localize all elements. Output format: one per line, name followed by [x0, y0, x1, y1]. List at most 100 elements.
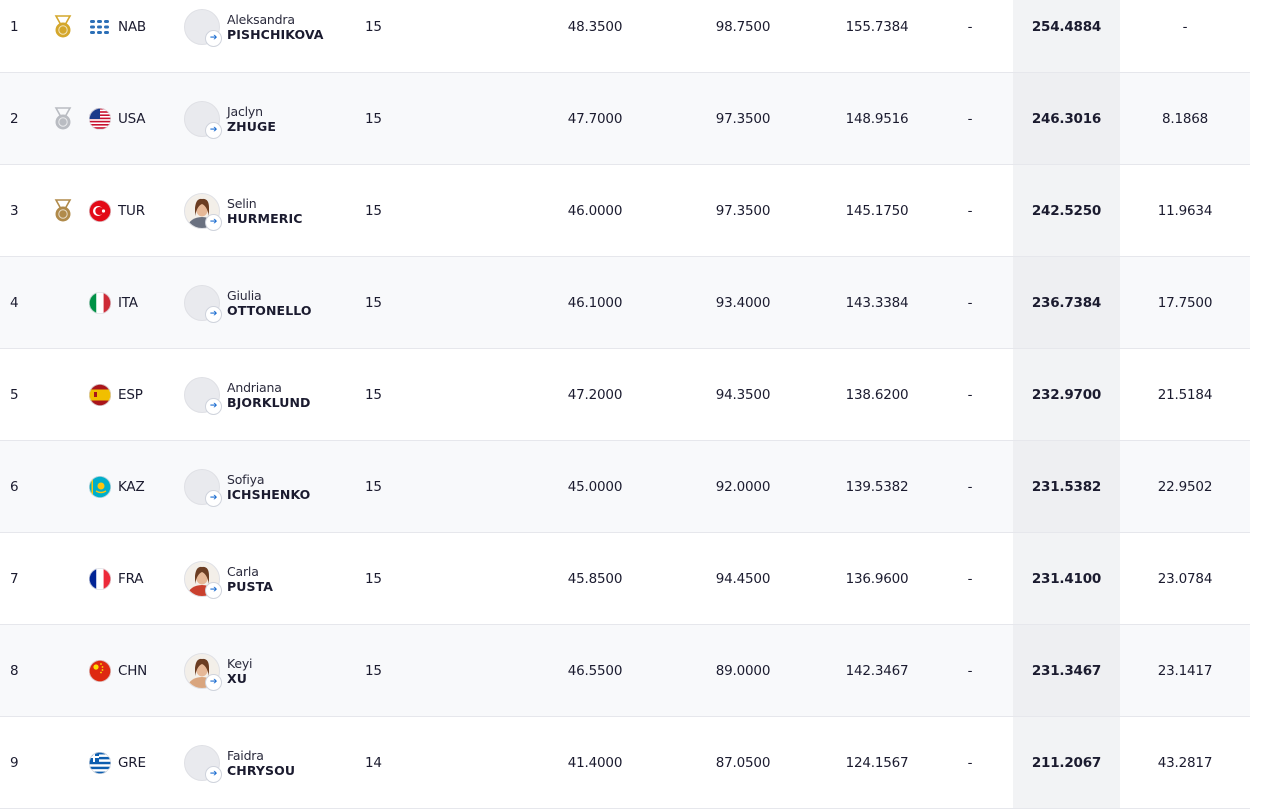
penalty-cell: -: [967, 202, 973, 219]
penalty-cell: -: [967, 386, 973, 403]
athlete-last-name[interactable]: HURMERIC: [227, 211, 302, 226]
score-1-cell: 46.5500: [567, 662, 623, 679]
score-2-cell: 98.7500: [715, 18, 771, 35]
score-3-cell: 136.9600: [845, 570, 909, 587]
score-2-cell: 97.3500: [715, 202, 771, 219]
penalty-cell: -: [967, 294, 973, 311]
rank-cell: 8: [10, 662, 19, 679]
arrow-right-icon[interactable]: ➔: [205, 121, 222, 139]
silver-medal-icon: [52, 73, 74, 164]
behind-cell: 21.5184: [1157, 386, 1213, 403]
arrow-right-icon[interactable]: ➔: [205, 673, 222, 691]
rank-cell: 9: [10, 754, 19, 771]
athlete-first-name: Selin: [227, 195, 257, 211]
arrow-right-icon[interactable]: ➔: [205, 305, 222, 323]
score-2-cell: 93.4000: [715, 294, 771, 311]
table-row[interactable]: 1 NAB ➔ Aleksandra PISHCHIKOVA 15 48.350…: [0, 0, 1250, 73]
avatar[interactable]: ➔: [184, 625, 222, 716]
penalty-cell: -: [967, 110, 973, 127]
athlete-name[interactable]: Jaclyn ZHUGE: [227, 73, 276, 164]
athlete-name[interactable]: Faidra CHRYSOU: [227, 717, 295, 808]
rank-cell: 3: [10, 202, 19, 219]
arrow-right-icon[interactable]: ➔: [205, 489, 222, 507]
arrow-right-icon[interactable]: ➔: [205, 29, 222, 47]
total-score-cell: 254.4884: [1013, 0, 1120, 72]
athlete-last-name[interactable]: PISHCHIKOVA: [227, 27, 324, 42]
bronze-medal-icon: [52, 165, 74, 256]
arrow-right-icon[interactable]: ➔: [205, 765, 222, 783]
athlete-name[interactable]: Carla PUSTA: [227, 533, 273, 624]
noc-code: ITA: [118, 294, 138, 311]
athlete-first-name: Faidra: [227, 747, 264, 763]
age-cell: 15: [365, 18, 382, 35]
total-score-cell: 246.3016: [1013, 73, 1120, 164]
athlete-name[interactable]: Selin HURMERIC: [227, 165, 302, 256]
athlete-name[interactable]: Keyi XU: [227, 625, 253, 716]
medal-empty: [52, 625, 74, 716]
usa-flag-icon: [89, 73, 111, 164]
table-row[interactable]: 3 TUR ➔ Selin HURMERIC 15 46.0000 97.350…: [0, 165, 1250, 257]
noc-code: CHN: [118, 662, 148, 679]
total-score-cell: 236.7384: [1013, 257, 1120, 348]
avatar[interactable]: ➔: [184, 441, 222, 532]
age-cell: 15: [365, 478, 382, 495]
avatar[interactable]: ➔: [184, 349, 222, 440]
rank-cell: 1: [10, 18, 19, 35]
arrow-right-icon[interactable]: ➔: [205, 213, 222, 231]
noc-code: NAB: [118, 18, 146, 35]
athlete-last-name[interactable]: OTTONELLO: [227, 303, 312, 318]
score-3-cell: 139.5382: [845, 478, 909, 495]
athlete-last-name[interactable]: BJORKLUND: [227, 395, 311, 410]
penalty-cell: -: [967, 570, 973, 587]
athlete-name[interactable]: Andriana BJORKLUND: [227, 349, 311, 440]
score-3-cell: 124.1567: [845, 754, 909, 771]
table-row[interactable]: 5 ESP ➔ Andriana BJORKLUND 15 47.2000 94…: [0, 349, 1250, 441]
athlete-last-name[interactable]: CHRYSOU: [227, 763, 295, 778]
kaz-flag-icon: [89, 441, 111, 532]
avatar[interactable]: ➔: [184, 73, 222, 164]
arrow-right-icon[interactable]: ➔: [205, 397, 222, 415]
total-score-cell: 211.2067: [1013, 717, 1120, 808]
athlete-last-name[interactable]: ICHSHENKO: [227, 487, 310, 502]
score-1-cell: 47.2000: [567, 386, 623, 403]
gold-medal-icon: [52, 0, 74, 72]
avatar[interactable]: ➔: [184, 533, 222, 624]
arrow-right-icon[interactable]: ➔: [205, 581, 222, 599]
athlete-first-name: Sofiya: [227, 471, 265, 487]
score-2-cell: 94.3500: [715, 386, 771, 403]
score-3-cell: 142.3467: [845, 662, 909, 679]
avatar[interactable]: ➔: [184, 165, 222, 256]
table-row[interactable]: 6 KAZ ➔ Sofiya ICHSHENKO 15 45.0000 92.0…: [0, 441, 1250, 533]
table-row[interactable]: 4 ITA ➔ Giulia OTTONELLO 15 46.1000 93.4…: [0, 257, 1250, 349]
table-row[interactable]: 8 CHN ➔ Keyi XU 15 46.5500 89.0000 142.3…: [0, 625, 1250, 717]
table-row[interactable]: 7 FRA ➔ Carla PUSTA 15 45.8500 94.4500 1…: [0, 533, 1250, 625]
athlete-name[interactable]: Giulia OTTONELLO: [227, 257, 312, 348]
athlete-last-name[interactable]: XU: [227, 671, 247, 686]
score-3-cell: 143.3384: [845, 294, 909, 311]
avatar[interactable]: ➔: [184, 0, 222, 72]
score-1-cell: 45.0000: [567, 478, 623, 495]
medal-empty: [52, 717, 74, 808]
esp-flag-icon: [89, 349, 111, 440]
score-1-cell: 46.0000: [567, 202, 623, 219]
score-1-cell: 47.7000: [567, 110, 623, 127]
medal-empty: [52, 441, 74, 532]
score-3-cell: 148.9516: [845, 110, 909, 127]
noc-code: KAZ: [118, 478, 145, 495]
ita-flag-icon: [89, 257, 111, 348]
athlete-first-name: Andriana: [227, 379, 282, 395]
noc-code: USA: [118, 110, 146, 127]
athlete-name[interactable]: Aleksandra PISHCHIKOVA: [227, 0, 324, 72]
fra-flag-icon: [89, 533, 111, 624]
rank-cell: 5: [10, 386, 19, 403]
score-3-cell: 155.7384: [845, 18, 909, 35]
table-row[interactable]: 2 USA ➔ Jaclyn ZHUGE 15 47.7000 97.3500 …: [0, 73, 1250, 165]
total-score-cell: 232.9700: [1013, 349, 1120, 440]
athlete-last-name[interactable]: PUSTA: [227, 579, 273, 594]
athlete-last-name[interactable]: ZHUGE: [227, 119, 276, 134]
avatar[interactable]: ➔: [184, 257, 222, 348]
noc-code: GRE: [118, 754, 146, 771]
athlete-name[interactable]: Sofiya ICHSHENKO: [227, 441, 310, 532]
table-row[interactable]: 9 GRE ➔ Faidra CHRYSOU 14 41.4000 87.050…: [0, 717, 1250, 809]
avatar[interactable]: ➔: [184, 717, 222, 808]
